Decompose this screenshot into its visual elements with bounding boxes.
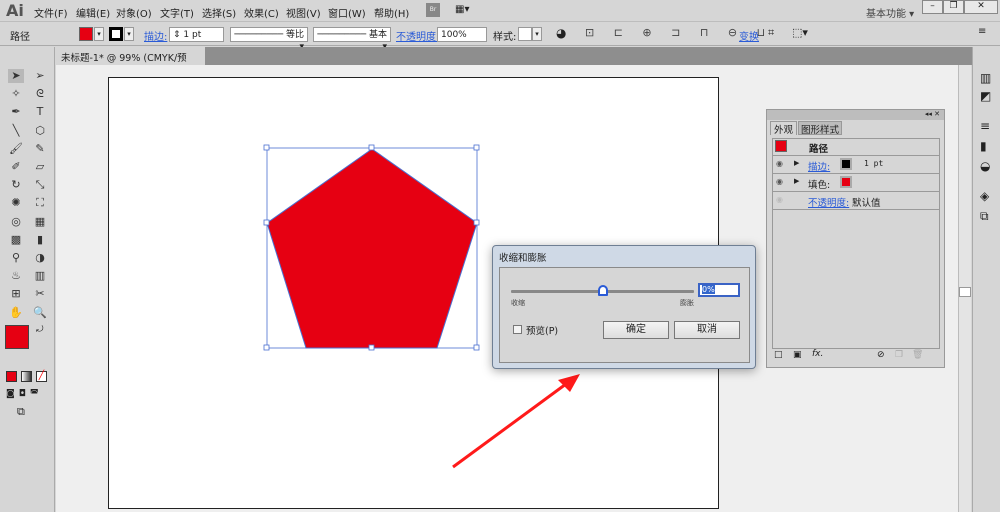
preview-label[interactable]: 预览(P) [526,323,558,337]
dialog-body: 收缩 膨胀 0% 预览(P) 确定 取消 [499,267,750,363]
clear-appearance-icon[interactable]: ⊘ [877,350,885,360]
duplicate-item-icon[interactable]: ❐ [895,350,903,360]
appearance-panel: ◂◂ ✕ 外观 图形样式 路径 ◉ ▶ 描边: 1 pt ◉ ▶ 填色: ◉ 不… [766,109,945,368]
add-fill-icon[interactable]: ▣ [793,350,802,360]
eye-icon[interactable]: ◉ [776,159,783,168]
stroke-panel-icon[interactable]: ≡ [980,119,990,133]
stroke-row[interactable]: ◉ ▶ 描边: 1 pt [772,156,940,174]
expand-triangle-icon[interactable]: ▶ [794,159,799,167]
gradient-panel-icon[interactable]: ▮ [980,139,987,153]
path-thumbnail [775,140,787,152]
stroke-color-swatch[interactable] [840,158,852,170]
fill-row[interactable]: ◉ ▶ 填色: [772,174,940,192]
color-panel-icon[interactable]: ▥ [980,71,991,85]
red-annotation-arrow [452,374,580,469]
fill-color-swatch[interactable] [840,176,852,188]
pentagon-shape[interactable] [266,148,478,349]
stroke-attribute-link[interactable]: 描边: [808,159,830,173]
slider-thumb[interactable] [597,285,608,296]
fill-attribute-label: 填色: [808,180,831,191]
tab-appearance[interactable]: 外观 [770,121,797,136]
eye-icon[interactable]: ◉ [776,195,783,204]
path-label: 路径 [809,144,829,155]
delete-item-icon[interactable]: 🗑 [912,350,923,360]
tab-graphic-styles[interactable]: 图形样式 [798,121,842,136]
bloat-label: 膨胀 [680,299,694,307]
amount-value: 0% [702,285,715,294]
ok-button[interactable]: 确定 [603,321,669,339]
layers-panel-icon[interactable]: ◈ [980,189,989,203]
amount-input[interactable]: 0% [698,283,740,297]
opacity-value: 默认值 [852,198,881,209]
artboards-panel-icon[interactable]: ⧉ [980,209,989,224]
eye-icon[interactable]: ◉ [776,177,783,186]
dialog-title: 收缩和膨胀 [499,253,547,264]
panel-header-controls[interactable]: ◂◂ ✕ [767,110,944,120]
stroke-weight-value: 1 pt [864,159,884,168]
opacity-row[interactable]: ◉ 不透明度: 默认值 [772,192,940,210]
add-effect-button[interactable]: fx. [812,349,823,359]
transparency-panel-icon[interactable]: ◒ [980,159,990,173]
panel-dock: ▥ ◩ ≡ ▮ ◒ ◈ ⧉ [972,47,1000,512]
opacity-attribute-link[interactable]: 不透明度: [808,195,849,209]
add-stroke-icon[interactable]: □ [774,350,783,360]
pucker-bloat-dialog: 收缩和膨胀 收缩 膨胀 0% 预览(P) 确定 取消 [492,245,756,369]
expand-triangle-icon[interactable]: ▶ [794,177,799,185]
preview-checkbox[interactable] [513,325,522,334]
pucker-label: 收缩 [511,299,525,307]
color-guide-icon[interactable]: ◩ [980,89,991,103]
cancel-button[interactable]: 取消 [674,321,740,339]
appearance-title-row: 路径 [772,138,940,156]
